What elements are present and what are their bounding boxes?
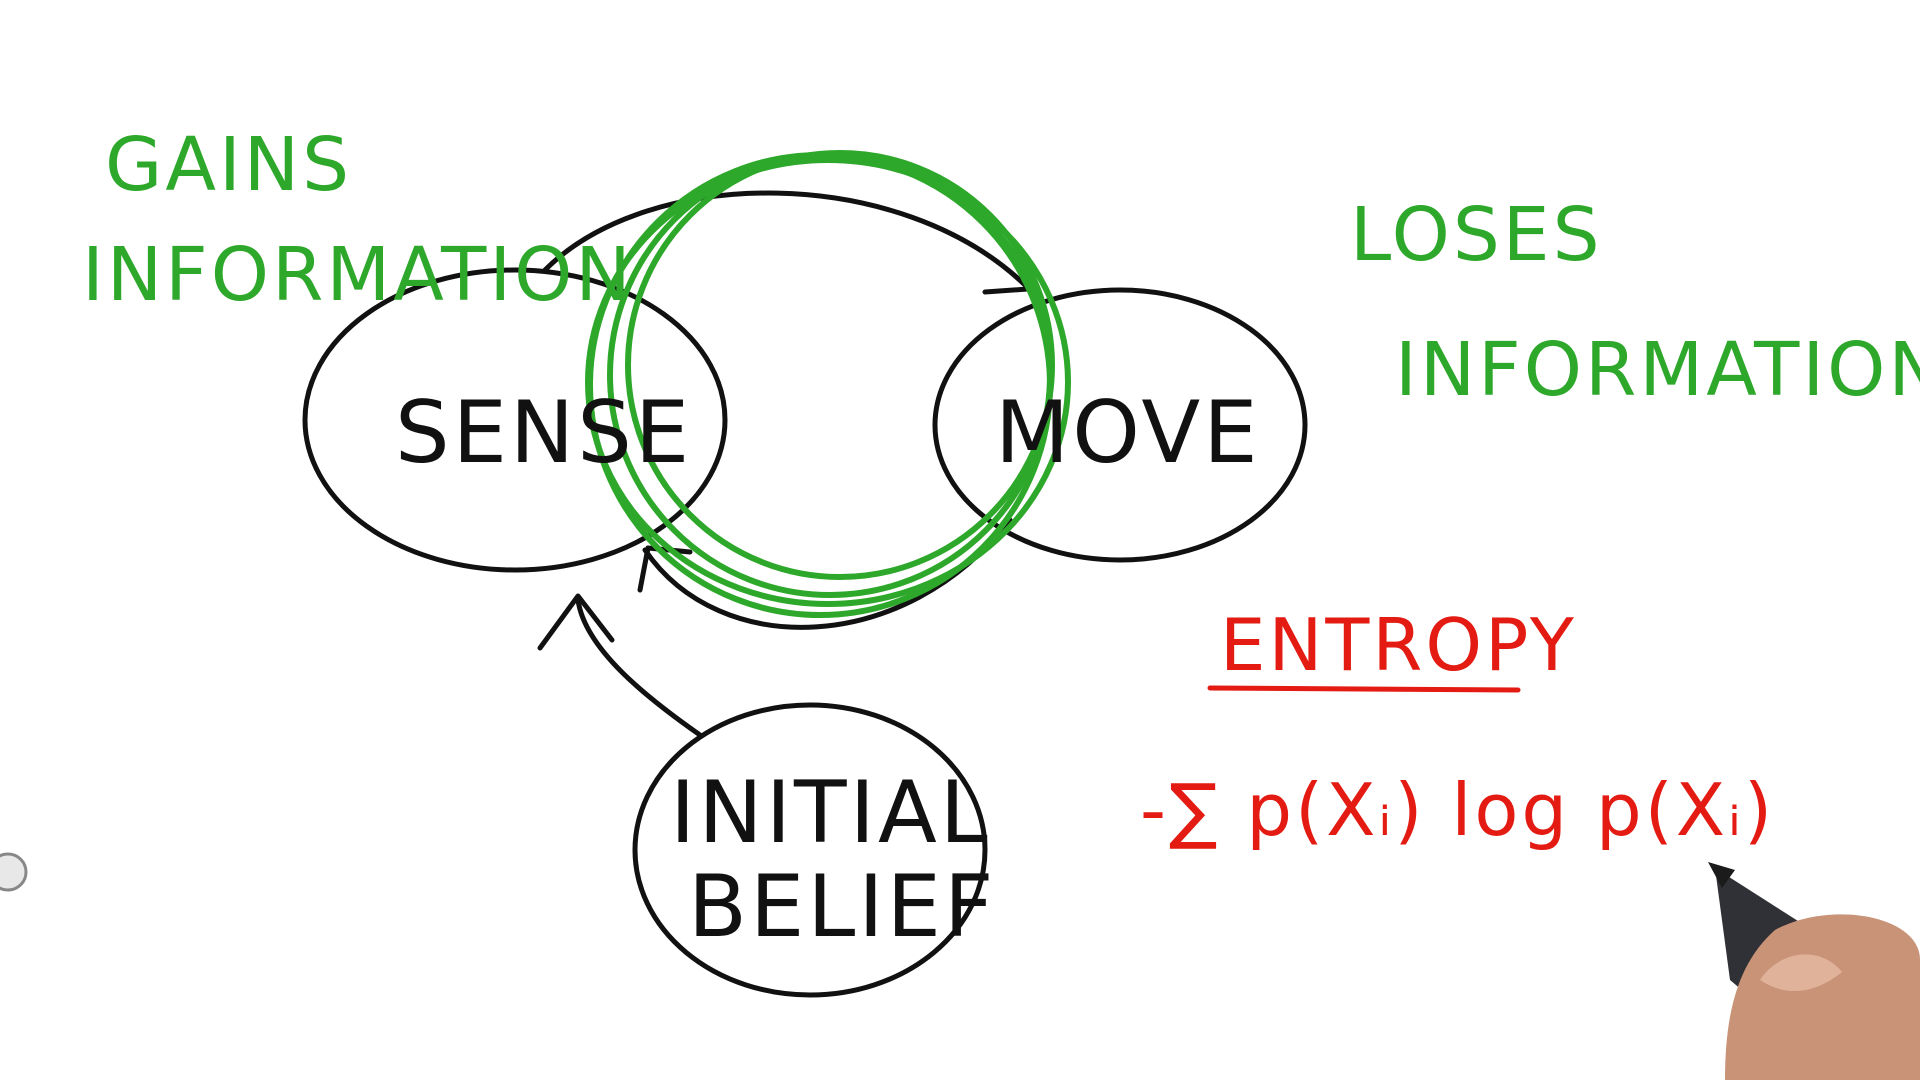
gains-label-line1: GAINS [105,122,352,208]
diagram-canvas: SENSE MOVE INITIAL BELIEF GAINS INFORMAT… [0,122,1920,1080]
whiteboard-diagram: SENSE MOVE INITIAL BELIEF GAINS INFORMAT… [0,0,1920,1080]
move-label: MOVE [995,383,1261,483]
loses-label-line2: INFORMATION [1395,327,1920,413]
gains-label-line2: INFORMATION [82,232,634,318]
initial-belief-label-line1: INITIAL [670,763,991,863]
initial-belief-label-line2: BELIEF [688,857,996,957]
arrowhead-initial-to-sense [537,593,615,651]
sense-label: SENSE [395,383,692,483]
entropy-formula: -∑ p(Xᵢ) log p(Xᵢ) [1140,768,1775,852]
entropy-underline [1207,685,1521,693]
loses-label-line1: LOSES [1350,192,1603,278]
left-edge-control-knob [0,852,28,892]
entropy-title: ENTROPY [1220,603,1577,687]
pen-hand-illustration [1708,862,1920,1080]
